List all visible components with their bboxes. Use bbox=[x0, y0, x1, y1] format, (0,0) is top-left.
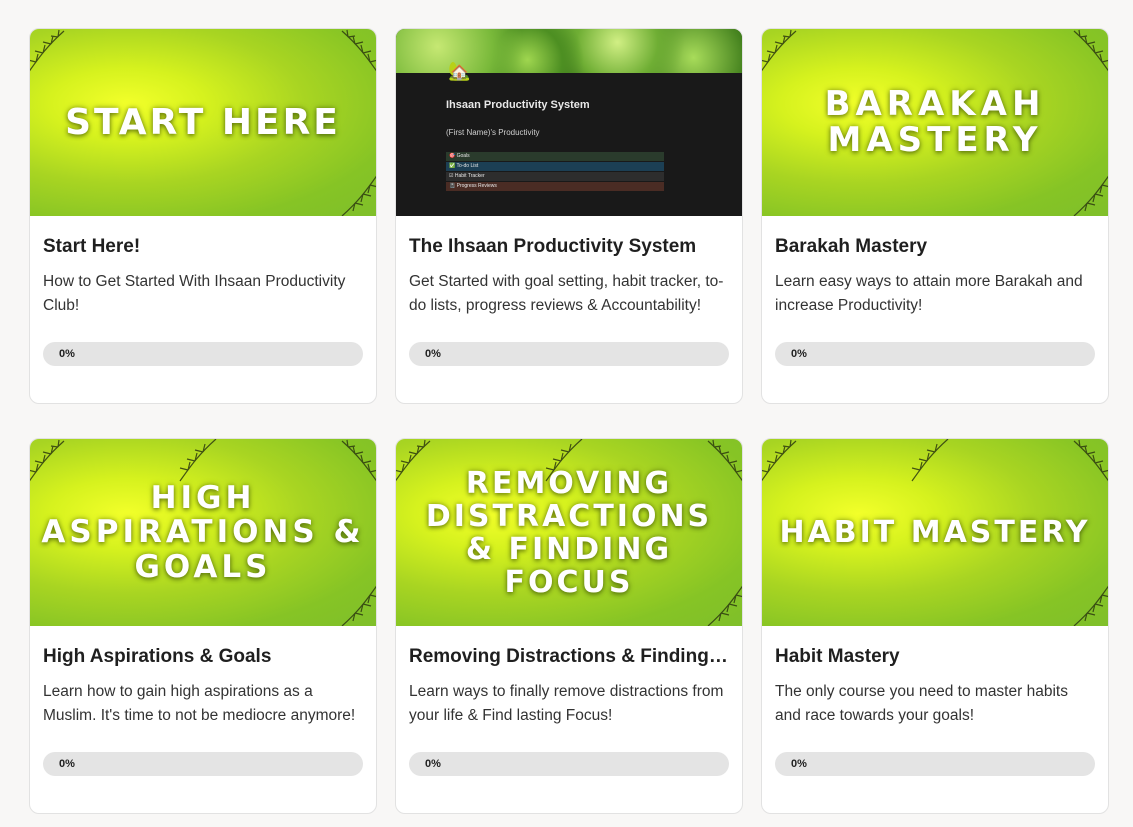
progress-label: 0% bbox=[425, 758, 441, 770]
progress-label: 0% bbox=[59, 348, 75, 360]
leaf-branch-icon bbox=[762, 439, 797, 482]
leaf-branch-icon bbox=[762, 29, 797, 72]
course-title[interactable]: The Ihsaan Productivity System bbox=[409, 236, 729, 258]
leaf-branch-icon bbox=[30, 29, 65, 72]
course-banner-notion-preview[interactable]: 🏡 Ihsaan Productivity System (First Name… bbox=[396, 29, 742, 216]
course-title[interactable]: High Aspirations & Goals bbox=[43, 646, 363, 668]
course-card-habit-mastery[interactable]: HABIT MASTERY Habit Mastery The only cou… bbox=[761, 438, 1109, 814]
notion-page-subtitle: (First Name)'s Productivity bbox=[446, 128, 540, 137]
leaf-branch-icon bbox=[179, 439, 217, 482]
notion-row-label: Habit Tracker bbox=[454, 173, 485, 179]
course-grid: START HERE Start Here! How to Get Starte… bbox=[29, 28, 1109, 814]
checkbox-icon: ☑ bbox=[449, 173, 454, 179]
notion-row-label: Goals bbox=[456, 153, 470, 159]
house-icon: 🏡 bbox=[448, 61, 471, 81]
notion-link-list: 🎯 Goals ✅ To-do List ☑ Habit Tracker 📓 P… bbox=[446, 152, 664, 192]
course-card-start-here[interactable]: START HERE Start Here! How to Get Starte… bbox=[29, 28, 377, 404]
banner-title: BARAKAH MASTERY bbox=[824, 83, 1046, 160]
banner-title: START HERE bbox=[65, 101, 341, 143]
course-description: Get Started with goal setting, habit tra… bbox=[409, 273, 724, 314]
course-banner[interactable]: BARAKAH MASTERY bbox=[762, 29, 1108, 216]
target-icon: 🎯 bbox=[449, 153, 456, 159]
progress-bar: 0% bbox=[775, 752, 1095, 776]
progress-bar: 0% bbox=[409, 752, 729, 776]
notion-row: 📓 Progress Reviews bbox=[446, 182, 664, 191]
course-card-removing-distractions[interactable]: REMOVING DISTRACTIONS & FINDING FOCUS Re… bbox=[395, 438, 743, 814]
course-title[interactable]: Start Here! bbox=[43, 236, 363, 258]
leaf-branch-icon bbox=[911, 439, 949, 482]
notion-row: ☑ Habit Tracker bbox=[446, 172, 664, 181]
leaf-branch-icon bbox=[1073, 173, 1108, 216]
course-banner[interactable]: HIGH ASPIRATIONS & GOALS bbox=[30, 439, 376, 626]
progress-label: 0% bbox=[791, 758, 807, 770]
course-card-barakah-mastery[interactable]: BARAKAH MASTERY Barakah Mastery Learn ea… bbox=[761, 28, 1109, 404]
course-description: How to Get Started With Ihsaan Productiv… bbox=[43, 273, 346, 314]
notion-page-title: Ihsaan Productivity System bbox=[446, 99, 590, 111]
progress-label: 0% bbox=[59, 758, 75, 770]
progress-label: 0% bbox=[791, 348, 807, 360]
course-card-ihsaan-productivity-system[interactable]: 🏡 Ihsaan Productivity System (First Name… bbox=[395, 28, 743, 404]
notebook-icon: 📓 bbox=[449, 183, 456, 189]
course-banner[interactable]: REMOVING DISTRACTIONS & FINDING FOCUS bbox=[396, 439, 742, 626]
course-title[interactable]: Removing Distractions & Finding Focus bbox=[409, 646, 729, 668]
leaf-branch-icon bbox=[341, 173, 376, 216]
leaf-branch-icon bbox=[341, 29, 376, 74]
leaf-branch-icon bbox=[1073, 439, 1108, 484]
course-banner[interactable]: START HERE bbox=[30, 29, 376, 216]
leaf-branch-icon bbox=[341, 583, 376, 626]
leaf-branch-icon bbox=[341, 439, 376, 484]
notion-row-label: To-do List bbox=[456, 163, 479, 169]
course-description: Learn easy ways to attain more Barakah a… bbox=[775, 273, 1083, 314]
leaf-branch-icon bbox=[30, 439, 65, 482]
notion-row: ✅ To-do List bbox=[446, 162, 664, 171]
notion-row-label: Progress Reviews bbox=[456, 183, 497, 189]
progress-bar: 0% bbox=[775, 342, 1095, 366]
progress-label: 0% bbox=[425, 348, 441, 360]
checkbox-icon: ✅ bbox=[449, 163, 456, 169]
course-description: The only course you need to master habit… bbox=[775, 683, 1068, 724]
course-banner[interactable]: HABIT MASTERY bbox=[762, 439, 1108, 626]
banner-title: REMOVING DISTRACTIONS & FINDING FOCUS bbox=[425, 465, 713, 600]
banner-title: HABIT MASTERY bbox=[779, 515, 1091, 550]
leaf-branch-icon bbox=[1073, 29, 1108, 74]
course-title[interactable]: Habit Mastery bbox=[775, 646, 1095, 668]
progress-bar: 0% bbox=[409, 342, 729, 366]
banner-title: HIGH ASPIRATIONS & GOALS bbox=[41, 480, 365, 585]
course-description: Learn how to gain high aspirations as a … bbox=[43, 683, 356, 724]
course-description: Learn ways to finally remove distraction… bbox=[409, 683, 724, 724]
leaf-branch-icon bbox=[1073, 583, 1108, 626]
progress-bar: 0% bbox=[43, 342, 363, 366]
course-card-high-aspirations-goals[interactable]: HIGH ASPIRATIONS & GOALS High Aspiration… bbox=[29, 438, 377, 814]
notion-row: 🎯 Goals bbox=[446, 152, 664, 161]
progress-bar: 0% bbox=[43, 752, 363, 776]
course-title[interactable]: Barakah Mastery bbox=[775, 236, 1095, 258]
